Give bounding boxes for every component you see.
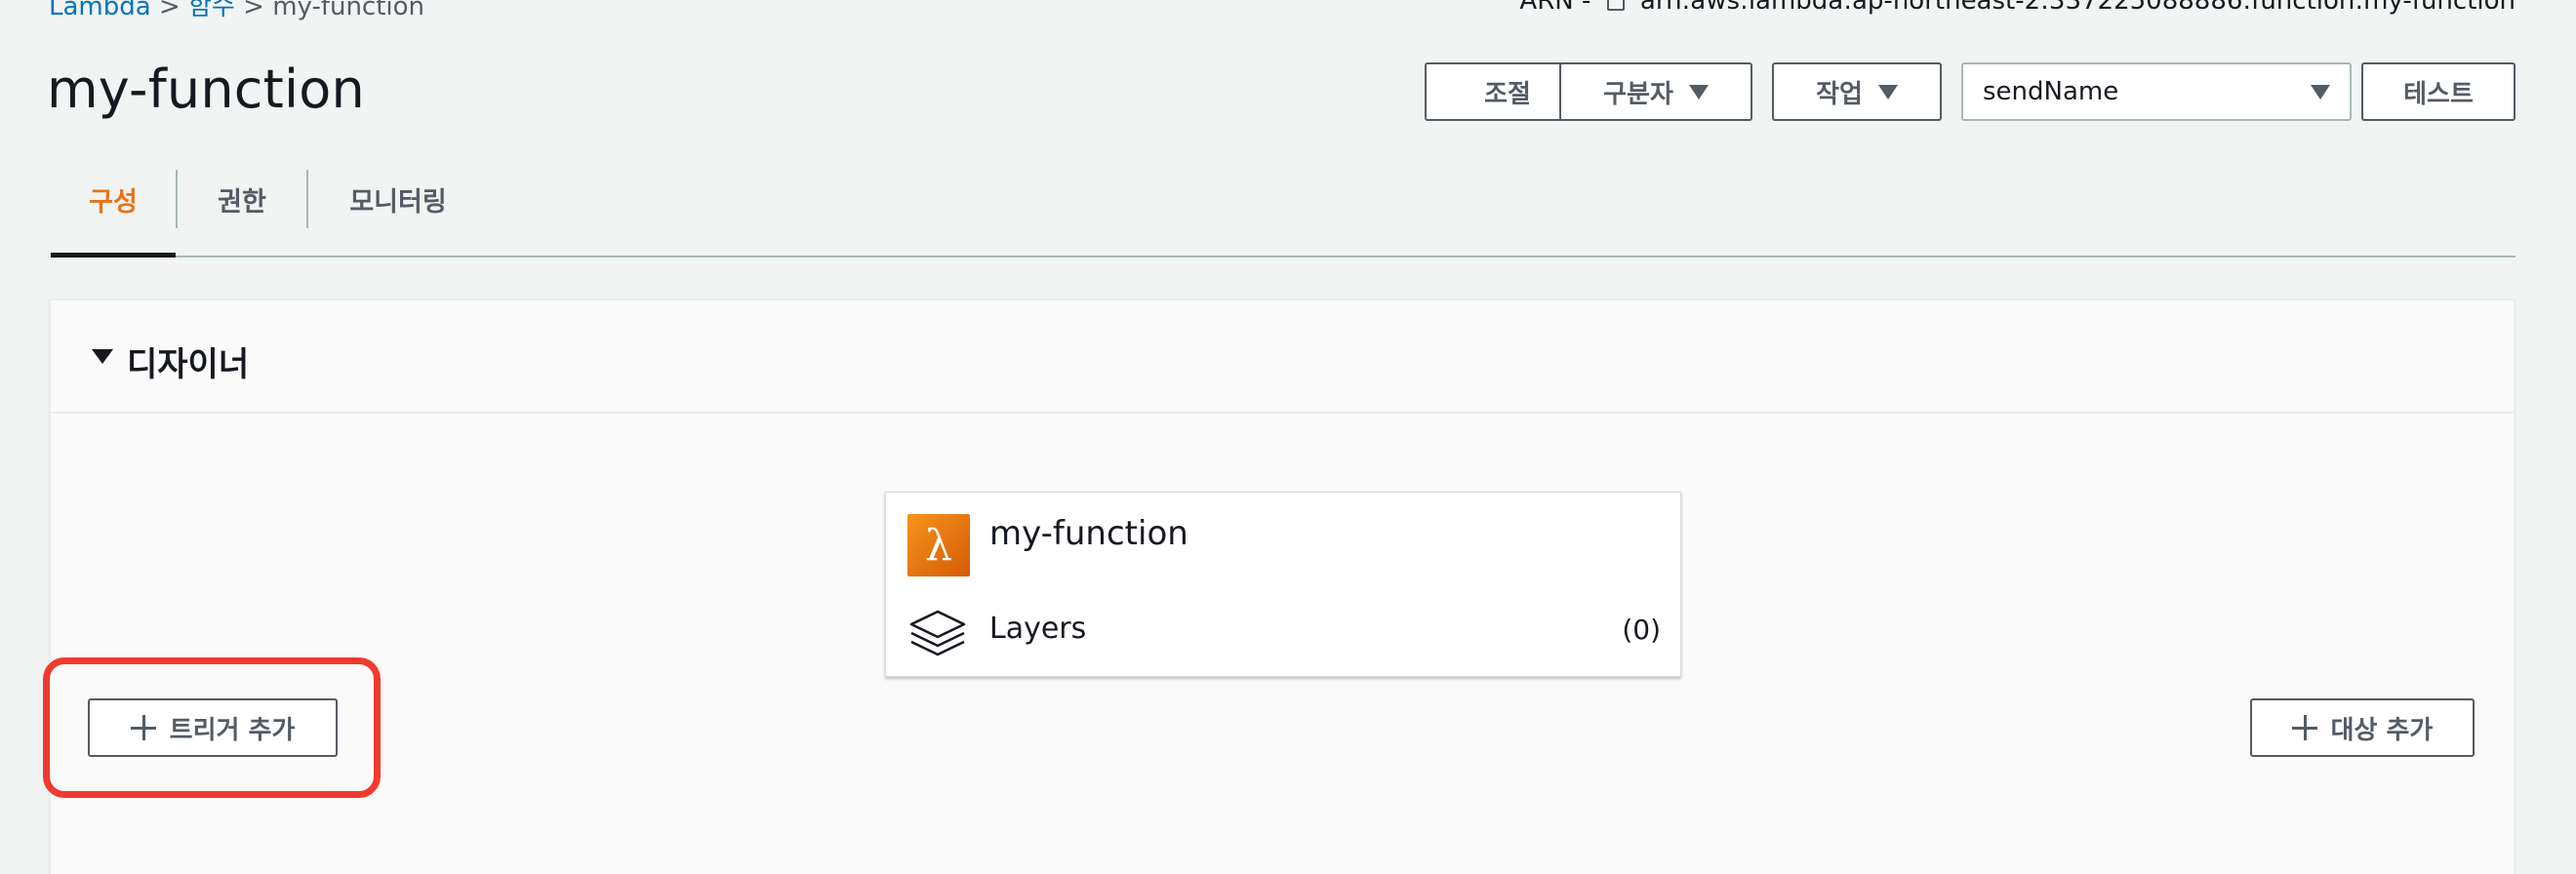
lambda-console-page: Lambda > 함수 > my-function ARN - arn:aws:… <box>0 0 2576 874</box>
designer-header[interactable]: 디자이너 <box>51 300 2514 414</box>
arn-display: ARN - arn:aws:lambda:ap-northeast-2:3372… <box>1519 0 2516 16</box>
breadcrumb: Lambda > 함수 > my-function <box>49 0 424 21</box>
tab-bar-rule <box>51 256 2516 258</box>
active-tab-indicator <box>51 253 176 258</box>
test-label: 테스트 <box>2403 79 2474 109</box>
layers-count: (0) <box>1622 614 1661 646</box>
tab-configuration[interactable]: 구성 <box>51 170 176 228</box>
breadcrumb-separator: > <box>243 0 264 21</box>
tab-label: 권한 <box>218 186 266 218</box>
arn-label: ARN - <box>1519 0 1591 16</box>
breadcrumb-root[interactable]: Lambda <box>49 0 151 21</box>
test-event-select[interactable]: sendName <box>1961 62 2352 121</box>
layers-label[interactable]: Layers <box>989 612 1086 646</box>
plus-icon <box>130 715 156 740</box>
layers-icon <box>909 610 966 656</box>
tab-label: 구성 <box>89 186 138 218</box>
qualifiers-dropdown[interactable]: 구분자 <box>1559 62 1752 121</box>
throttle-label: 조절 <box>1484 79 1531 109</box>
add-destination-button[interactable]: 대상 추가 <box>2250 698 2475 757</box>
collapse-caret-icon[interactable] <box>92 349 113 364</box>
breadcrumb-section[interactable]: 함수 <box>188 0 235 21</box>
tab-label: 모니터링 <box>349 186 447 218</box>
breadcrumb-current: my-function <box>272 0 425 21</box>
tab-monitoring[interactable]: 모니터링 <box>308 170 488 228</box>
actions-label: 작업 <box>1816 79 1863 109</box>
add-trigger-button[interactable]: 트리거 추가 <box>88 698 338 757</box>
actions-dropdown[interactable]: 작업 <box>1772 62 1942 121</box>
copy-icon[interactable] <box>1606 0 1625 11</box>
test-button[interactable]: 테스트 <box>2361 62 2516 121</box>
tab-bar: 구성 권한 모니터링 <box>51 156 2516 258</box>
function-node[interactable]: λ my-function Layers (0) <box>885 492 1681 677</box>
designer-panel: 디자이너 λ my-function Layers (0) 트리거 추가 대상 … <box>49 298 2516 874</box>
arn-value: arn:aws:lambda:ap-northeast-2:3372250888… <box>1639 0 2516 16</box>
function-node-name: my-function <box>989 514 1188 553</box>
caret-down-icon <box>2311 84 2330 99</box>
add-destination-label: 대상 추가 <box>2330 715 2434 745</box>
tab-permissions[interactable]: 권한 <box>178 170 306 228</box>
caret-down-icon <box>1877 84 1898 99</box>
qualifiers-label: 구분자 <box>1603 79 1673 109</box>
test-event-value: sendName <box>1983 77 2119 106</box>
lambda-icon: λ <box>907 514 970 576</box>
plus-icon <box>2291 715 2317 740</box>
add-trigger-label: 트리거 추가 <box>169 715 296 745</box>
breadcrumb-separator: > <box>158 0 181 21</box>
caret-down-icon <box>1688 84 1709 99</box>
page-title: my-function <box>47 59 365 120</box>
designer-title: 디자이너 <box>127 345 250 384</box>
